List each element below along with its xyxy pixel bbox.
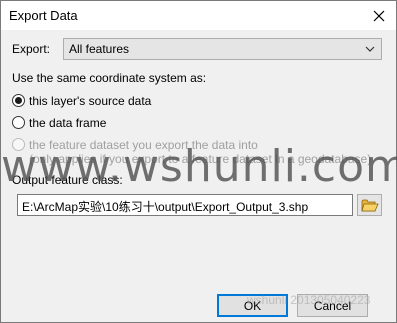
radio-source-data[interactable] <box>12 94 25 107</box>
close-icon <box>373 10 385 21</box>
radio-data-frame-label[interactable]: the data frame <box>29 116 106 130</box>
radio-data-frame[interactable] <box>12 116 25 129</box>
output-path-field[interactable]: E:\ArcMap实验\10练习十\output\Export_Output_3… <box>17 194 353 216</box>
output-feature-class-label: Output feature class: <box>12 173 123 187</box>
export-data-dialog: Export Data Export: All features Use the… <box>0 0 397 323</box>
cancel-button-label: Cancel <box>313 298 352 313</box>
close-button[interactable] <box>362 1 396 30</box>
ok-button[interactable]: OK <box>217 294 288 317</box>
feature-dataset-note: (only applies if you export to a feature… <box>29 152 372 166</box>
output-path-value: E:\ArcMap实验\10练习十\output\Export_Output_3… <box>22 200 309 214</box>
radio-source-data-label[interactable]: this layer's source data <box>29 94 151 108</box>
export-label: Export: <box>12 42 51 56</box>
ok-button-label: OK <box>243 298 262 313</box>
radio-feature-dataset-label: the feature dataset you export the data … <box>29 138 258 152</box>
chevron-down-icon <box>365 46 375 52</box>
open-folder-icon <box>360 199 379 211</box>
coordinate-system-label: Use the same coordinate system as: <box>12 71 207 85</box>
title-bar: Export Data <box>1 1 396 30</box>
export-select-value: All features <box>69 42 130 56</box>
browse-button[interactable] <box>357 194 382 216</box>
radio-feature-dataset <box>12 138 25 151</box>
cancel-button[interactable]: Cancel <box>297 294 368 317</box>
export-select[interactable]: All features <box>63 38 382 60</box>
dialog-title: Export Data <box>9 8 78 23</box>
